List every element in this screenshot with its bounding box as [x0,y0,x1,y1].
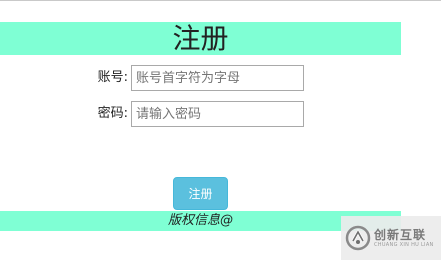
username-input[interactable] [131,65,304,91]
password-row: 密码: [0,101,441,127]
password-input[interactable] [131,101,304,127]
page-header: 注册 [0,22,401,55]
username-row: 账号: [0,65,441,91]
watermark-logo: 创新互联 CHUANG XIN HU LIAN [341,216,441,260]
watermark-name: 创新互联 [374,227,427,242]
top-divider [0,0,441,1]
copyright-text: 版权信息@ [167,213,233,228]
password-label: 密码: [97,106,128,121]
watermark-text: 创新互联 CHUANG XIN HU LIAN [374,229,434,248]
watermark-subtitle: CHUANG XIN HU LIAN [374,241,434,248]
chuangxin-logo-icon [345,225,371,251]
page-title: 注册 [172,22,229,55]
username-label: 账号: [97,70,128,85]
register-button[interactable]: 注册 [173,177,228,210]
